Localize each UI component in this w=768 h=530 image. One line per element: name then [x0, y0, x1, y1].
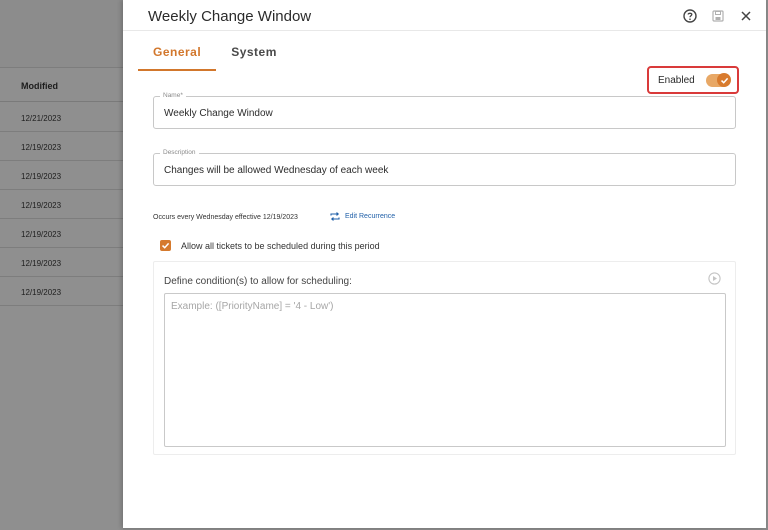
- tab-bar: General System: [138, 40, 292, 71]
- enabled-label: Enabled: [658, 74, 695, 86]
- play-icon[interactable]: [708, 272, 721, 290]
- list-row[interactable]: 12/19/2023: [0, 132, 123, 161]
- name-field[interactable]: Name* Weekly Change Window: [153, 92, 736, 129]
- conditions-section: Define condition(s) to allow for schedul…: [153, 261, 736, 455]
- description-field-value[interactable]: Changes will be allowed Wednesday of eac…: [164, 165, 388, 176]
- edit-recurrence-link[interactable]: Edit Recurrence: [330, 212, 395, 221]
- header-divider: [123, 30, 766, 31]
- list-row[interactable]: 12/19/2023: [0, 248, 123, 277]
- allow-all-row: Allow all tickets to be scheduled during…: [160, 240, 380, 251]
- enabled-toggle-group: Enabled: [647, 66, 739, 94]
- save-icon[interactable]: [710, 8, 726, 24]
- name-field-label: Name*: [160, 92, 186, 99]
- enabled-toggle[interactable]: [706, 73, 731, 87]
- column-header-modified[interactable]: Modified: [0, 68, 123, 102]
- list-row[interactable]: 12/19/2023: [0, 219, 123, 248]
- list-row[interactable]: 12/21/2023: [0, 103, 123, 132]
- repeat-icon: [330, 212, 340, 221]
- panel-title: Weekly Change Window: [148, 8, 312, 25]
- background-toolbar: [0, 0, 123, 68]
- tab-general[interactable]: General: [138, 40, 217, 71]
- list-row[interactable]: 12/19/2023: [0, 190, 123, 219]
- list-row[interactable]: 12/19/2023: [0, 161, 123, 190]
- allow-all-label: Allow all tickets to be scheduled during…: [181, 240, 380, 251]
- name-field-value[interactable]: Weekly Change Window: [164, 108, 273, 119]
- edit-recurrence-label[interactable]: Edit Recurrence: [345, 213, 395, 220]
- list-row[interactable]: 12/19/2023: [0, 277, 123, 306]
- description-field[interactable]: Description Changes will be allowed Wedn…: [153, 149, 736, 186]
- check-icon: [720, 77, 728, 84]
- allow-all-checkbox[interactable]: [160, 240, 171, 251]
- tab-system[interactable]: System: [216, 40, 292, 71]
- close-icon[interactable]: [738, 8, 754, 24]
- help-icon[interactable]: [682, 8, 698, 24]
- background-list: Modified 12/21/2023 12/19/2023 12/19/202…: [0, 0, 123, 530]
- detail-panel: Weekly Change Window General System Enab…: [123, 0, 766, 528]
- recurrence-summary: Occurs every Wednesday effective 12/19/2…: [153, 214, 298, 221]
- conditions-input[interactable]: [164, 293, 726, 447]
- header-actions: [682, 8, 754, 24]
- description-field-label: Description: [160, 149, 199, 156]
- check-icon: [161, 242, 170, 249]
- conditions-label: Define condition(s) to allow for schedul…: [164, 276, 352, 287]
- toggle-knob: [717, 73, 731, 87]
